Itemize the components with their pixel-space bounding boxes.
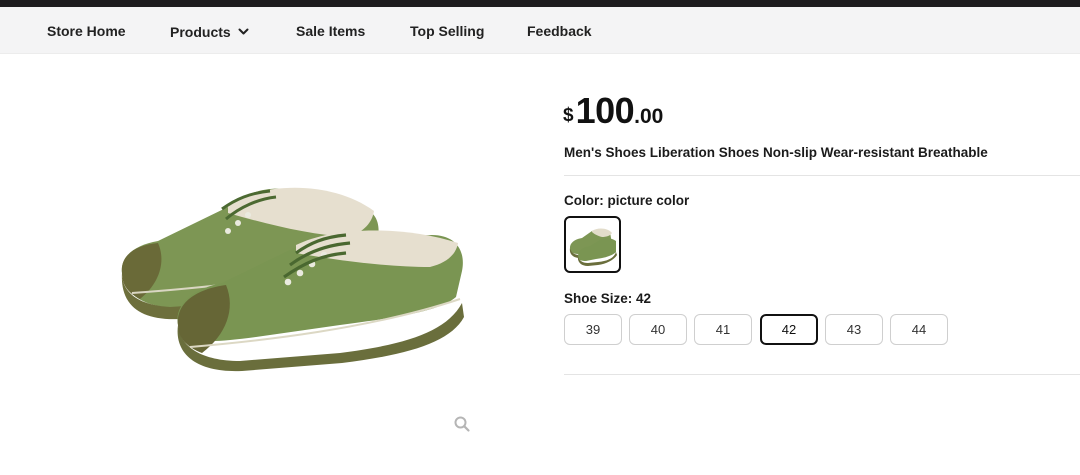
product-image[interactable]: [110, 165, 480, 375]
price-decimal: .00: [634, 105, 664, 128]
price-integer: 100: [575, 90, 635, 131]
nav-products-label: Products: [170, 24, 231, 40]
nav-top-selling[interactable]: Top Selling: [410, 23, 484, 39]
product-title: Men's Shoes Liberation Shoes Non-slip We…: [564, 145, 988, 160]
divider: [564, 374, 1080, 375]
top-bar: [0, 0, 1080, 7]
size-option-40[interactable]: 40: [629, 314, 687, 345]
product-price: $100.00: [563, 90, 663, 132]
nav-sale-items[interactable]: Sale Items: [296, 23, 365, 39]
search-icon[interactable]: [453, 415, 471, 433]
nav-feedback[interactable]: Feedback: [527, 23, 592, 39]
nav-products[interactable]: Products: [170, 23, 249, 40]
nav-store-home[interactable]: Store Home: [47, 23, 126, 39]
size-option-43[interactable]: 43: [825, 314, 883, 345]
chevron-down-icon: [238, 23, 249, 39]
size-option-42[interactable]: 42: [760, 314, 818, 345]
size-option-44[interactable]: 44: [890, 314, 948, 345]
size-option-41[interactable]: 41: [694, 314, 752, 345]
color-swatch-picture-color[interactable]: [564, 216, 621, 273]
size-label: Shoe Size: 42: [564, 291, 652, 306]
color-label: Color: picture color: [564, 193, 690, 208]
price-currency: $: [563, 105, 574, 126]
divider: [564, 175, 1080, 176]
size-option-39[interactable]: 39: [564, 314, 622, 345]
store-nav: Store Home Products Sale Items Top Selli…: [0, 7, 1080, 54]
